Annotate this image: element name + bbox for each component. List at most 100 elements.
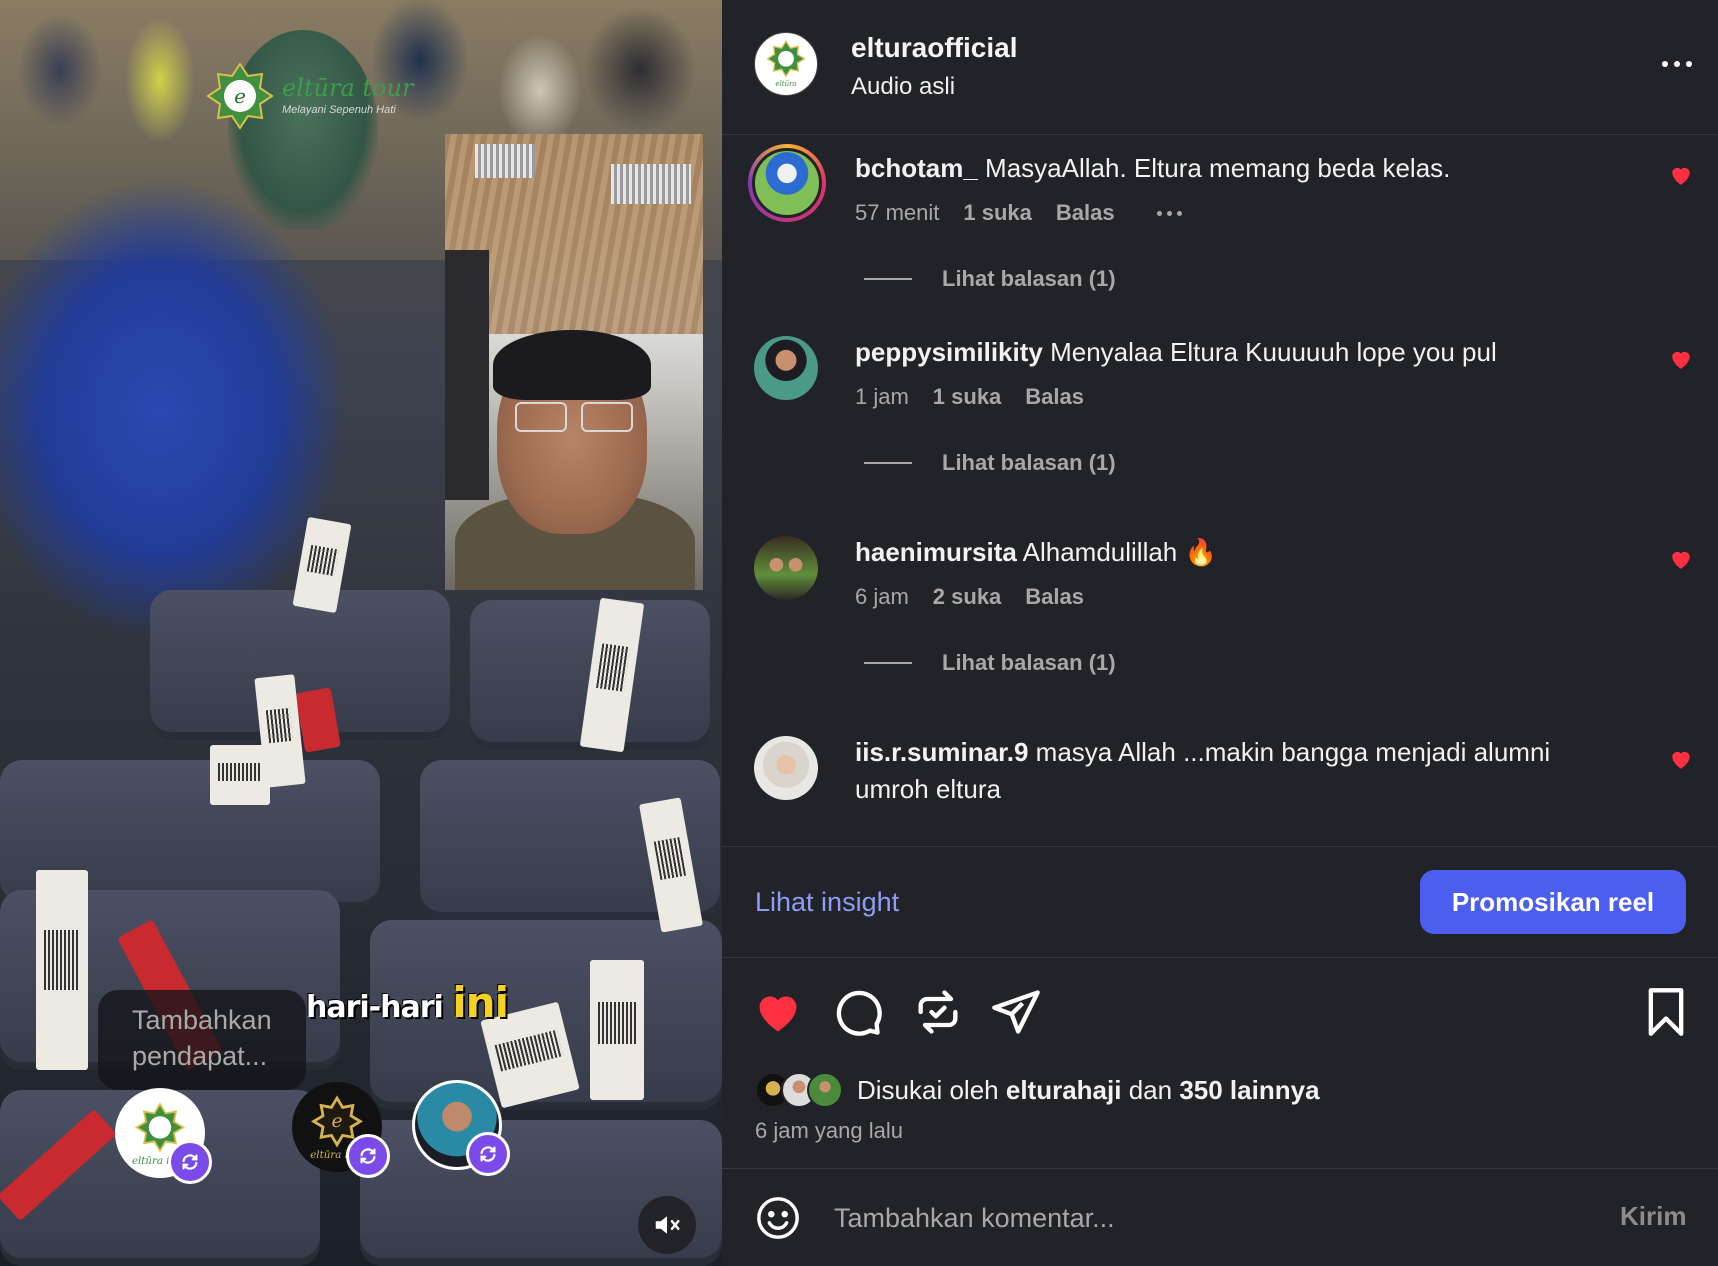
promote-reel-button[interactable]: Promosikan reel <box>1420 870 1686 934</box>
watermark-tagline: Melayani Sepenuh Hati <box>282 104 396 116</box>
post-actions: Disukai oleh elturahaji dan 350 lainnya … <box>722 958 1718 1168</box>
comment-like-count[interactable]: 2 suka <box>933 584 1002 610</box>
heart-filled-icon[interactable] <box>1668 346 1694 372</box>
picture-in-picture <box>445 134 703 590</box>
reply-line <box>864 662 912 664</box>
svg-text:eltūra: eltūra <box>775 80 796 88</box>
comment-username[interactable]: bchotam_ <box>855 153 978 183</box>
avatar-image <box>752 148 822 218</box>
repost-icon <box>182 1154 198 1170</box>
emoji-icon[interactable] <box>755 1195 801 1241</box>
comments-list[interactable]: bchotam_ MasyaAllah. Eltura memang beda … <box>722 136 1718 846</box>
comment-text: haenimursita Alhamdulillah 🔥 <box>855 534 1615 571</box>
more-horizontal-icon <box>1662 61 1668 67</box>
add-comment-bar: Kirim <box>722 1168 1718 1266</box>
view-replies-label: Lihat balasan (1) <box>942 266 1116 291</box>
reply-line <box>864 462 912 464</box>
view-replies-button[interactable]: Lihat balasan (1) <box>864 450 1116 476</box>
eltura-star-logo-icon: e <box>206 62 274 130</box>
comment-username[interactable]: haenimursita <box>855 537 1017 567</box>
eltura-watermark: e eltūra tour Melayani Sepenuh Hati <box>206 62 413 130</box>
more-dot <box>1686 61 1692 67</box>
liked-by-row[interactable]: Disukai oleh elturahaji dan 350 lainnya <box>755 1068 1320 1112</box>
comment-meta: 6 jam 2 suka Balas <box>855 584 1084 610</box>
repost-icon[interactable] <box>912 986 964 1038</box>
caption-highlight: ini <box>452 978 509 1027</box>
view-replies-button[interactable]: Lihat balasan (1) <box>864 266 1116 292</box>
comment-time: 1 jam <box>855 384 909 409</box>
mute-toggle-button[interactable] <box>638 1196 696 1254</box>
more-options-button[interactable] <box>1662 52 1706 76</box>
insight-bar: Lihat insight Promosikan reel <box>722 846 1718 958</box>
comment-time: 57 menit <box>855 200 940 225</box>
ceiling-vent <box>475 144 535 178</box>
video-caption: hari-hari ini <box>306 978 509 1027</box>
liked-by-prefix: Disukai oleh <box>857 1074 999 1105</box>
caption-text: hari-hari <box>306 990 444 1025</box>
comment-avatar[interactable] <box>754 736 818 800</box>
presenter-glasses <box>515 402 633 432</box>
eltura-logo-icon: eltūra <box>766 40 806 88</box>
comment-icon[interactable] <box>832 986 884 1038</box>
speaker-muted-icon <box>655 1216 680 1234</box>
reel-video[interactable]: e eltūra tour Melayani Sepenuh Hati hari… <box>0 0 722 1266</box>
send-comment-button[interactable]: Kirim <box>1620 1201 1686 1232</box>
comment-like-count[interactable]: 1 suka <box>933 384 1002 410</box>
svg-text:e: e <box>234 84 246 108</box>
heart-filled-icon[interactable] <box>752 986 804 1038</box>
liker-avatar <box>807 1072 843 1108</box>
post-header: eltūra elturaofficial Audio asli <box>722 0 1718 135</box>
heart-filled-icon[interactable] <box>1668 746 1694 772</box>
comment-like-count[interactable]: 1 suka <box>963 200 1032 226</box>
owner-avatar[interactable]: eltūra <box>754 32 818 96</box>
watermark-name: eltūra tour <box>282 74 414 102</box>
comment-text: iis.r.suminar.9 masya Allah ...makin ban… <box>855 734 1615 808</box>
view-insight-link[interactable]: Lihat insight <box>755 887 899 918</box>
heart-filled-icon[interactable] <box>1668 546 1694 572</box>
reply-button[interactable]: Balas <box>1056 200 1115 226</box>
svg-text:e: e <box>331 1111 342 1132</box>
liked-by-user[interactable]: elturahaji <box>1006 1075 1122 1105</box>
comment-body: Alhamdulillah 🔥 <box>1022 537 1217 567</box>
comment-avatar[interactable] <box>754 536 818 600</box>
comment-text: peppysimilikity Menyalaa Eltura Kuuuuuh … <box>855 334 1615 371</box>
ceiling-vent <box>611 164 691 204</box>
luggage-tag <box>590 960 644 1100</box>
liked-by-text: Disukai oleh elturahaji dan 350 lainnya <box>857 1075 1320 1106</box>
comment-body: Menyalaa Eltura Kuuuuuh lope you pul <box>1050 337 1497 367</box>
comment-text: bchotam_ MasyaAllah. Eltura memang beda … <box>855 150 1615 187</box>
owner-username[interactable]: elturaofficial <box>851 32 1017 64</box>
luggage-tag <box>210 745 270 805</box>
presenter-hair <box>493 330 651 400</box>
post-side-panel: eltūra elturaofficial Audio asli bchotam… <box>722 0 1718 1266</box>
comment-time: 6 jam <box>855 584 909 609</box>
liked-by-others[interactable]: 350 lainnya <box>1179 1075 1319 1105</box>
audio-label[interactable]: Audio asli <box>851 73 955 101</box>
more-dot <box>1674 61 1680 67</box>
liked-by-joiner: dan <box>1128 1074 1173 1105</box>
heart-filled-icon[interactable] <box>1668 162 1694 188</box>
comment-body: MasyaAllah. Eltura memang beda kelas. <box>985 153 1451 183</box>
reply-button[interactable]: Balas <box>1025 384 1084 410</box>
comment-avatar[interactable] <box>748 144 826 222</box>
view-replies-label: Lihat balasan (1) <box>942 650 1116 675</box>
airport-pillar <box>445 250 489 500</box>
share-icon[interactable] <box>990 986 1042 1038</box>
view-replies-label: Lihat balasan (1) <box>942 450 1116 475</box>
comment-username[interactable]: peppysimilikity <box>855 337 1043 367</box>
bookmark-icon[interactable] <box>1640 986 1692 1038</box>
comment-input[interactable] <box>834 1195 1534 1241</box>
reply-line <box>864 278 912 280</box>
collab-repost-badge <box>168 1140 212 1184</box>
reply-button[interactable]: Balas <box>1025 584 1084 610</box>
repost-icon <box>360 1148 376 1164</box>
comment-avatar[interactable] <box>754 336 818 400</box>
collab-repost-badge <box>346 1134 390 1178</box>
add-opinion-bubble[interactable]: Tambahkan pendapat... <box>98 990 306 1090</box>
comment-username[interactable]: iis.r.suminar.9 <box>855 737 1028 767</box>
comment-options-icon[interactable] <box>1156 210 1182 216</box>
repost-icon <box>480 1146 496 1162</box>
luggage-tag <box>36 870 88 1070</box>
comment-meta: 57 menit 1 suka Balas <box>855 200 1182 226</box>
view-replies-button[interactable]: Lihat balasan (1) <box>864 650 1116 676</box>
